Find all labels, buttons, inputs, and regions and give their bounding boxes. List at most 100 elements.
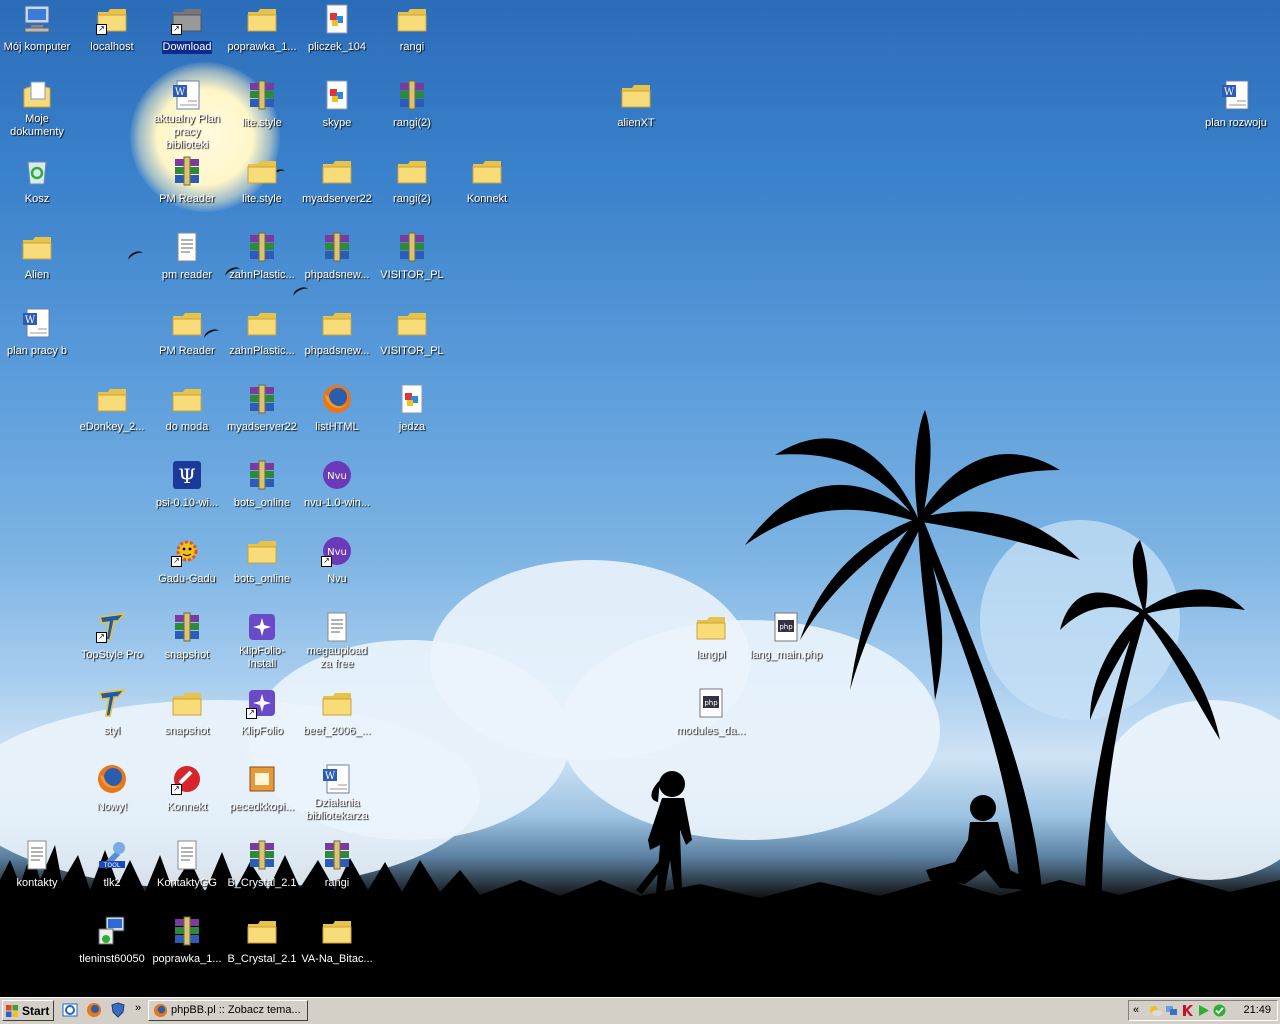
desktop-icon[interactable]: PM Reader xyxy=(150,307,224,359)
desktop-icon[interactable]: styl xyxy=(75,687,149,739)
desktop-icon[interactable]: poprawka_1... xyxy=(225,3,299,55)
desktop-icon[interactable]: B_Crystal_2.1 xyxy=(225,839,299,891)
desktop-icon-label: rangi xyxy=(324,877,350,889)
desktop-icon[interactable]: KontaktyGG xyxy=(150,839,224,891)
play-tray-icon[interactable] xyxy=(1197,1004,1210,1017)
clock[interactable]: 21:49 xyxy=(1243,1004,1271,1016)
desktop-icon-label: jedza xyxy=(398,421,426,433)
tray-expand-chevron[interactable]: « xyxy=(1133,1004,1139,1016)
shield-icon[interactable] xyxy=(110,1002,126,1018)
desktop-icon[interactable]: Kosz xyxy=(0,155,74,207)
desktop-icon[interactable]: Ψpsi-0.10-wi... xyxy=(150,459,224,511)
desktop-icon[interactable]: VISITOR_PL xyxy=(375,307,449,359)
desktop-icon[interactable]: snapshot xyxy=(150,687,224,739)
weather-tray-icon[interactable] xyxy=(1149,1004,1162,1017)
desktop-icon[interactable]: kontakty xyxy=(0,839,74,891)
desktop-icon[interactable]: phpadsnew... xyxy=(300,231,374,283)
desktop-icon[interactable]: langpl xyxy=(674,611,748,663)
desktop-icon[interactable]: beef_2006_... xyxy=(300,687,374,739)
desktop-icon[interactable]: B_Crystal_2.1 xyxy=(225,915,299,967)
desktop-icon[interactable]: alienXT xyxy=(599,79,673,131)
desktop-icon[interactable]: tleninst60050 xyxy=(75,915,149,967)
desktop-icon-label: megaupload za free xyxy=(306,645,368,670)
kaspersky-tray-icon[interactable] xyxy=(1181,1004,1194,1017)
desktop-icon[interactable]: ↗ KlipFolio xyxy=(225,687,299,739)
desktop-icon[interactable]: VISITOR_PL xyxy=(375,231,449,283)
desktop-icon[interactable]: pm reader xyxy=(150,231,224,283)
firefox-icon xyxy=(153,1003,168,1018)
desktop-icon[interactable]: ↗ Konnekt xyxy=(150,763,224,815)
text-icon xyxy=(171,231,203,263)
desktop-icon[interactable]: Wplan pracy b xyxy=(0,307,74,359)
desktop-icon[interactable]: rangi(2) xyxy=(375,155,449,207)
desktop-icon-label: zahnPlastic... xyxy=(229,269,295,281)
desktop-icon[interactable]: Konnekt xyxy=(450,155,524,207)
show-desktop-ie-icon[interactable] xyxy=(62,1002,78,1018)
desktop-icon-label: Gadu-Gadu xyxy=(158,573,216,585)
desktop-icon[interactable]: megaupload za free xyxy=(300,611,374,672)
desktop-icon[interactable]: Alien xyxy=(0,231,74,283)
desktop-icon[interactable]: Nowy! xyxy=(75,763,149,815)
desktop-icon[interactable]: ↗ localhost xyxy=(75,3,149,55)
check-status-tray-icon[interactable] xyxy=(1213,1004,1226,1017)
desktop-icon[interactable]: lite.style xyxy=(225,155,299,207)
desktop-icon[interactable]: Mój komputer xyxy=(0,3,74,55)
folder-icon xyxy=(171,307,203,339)
desktop-icon[interactable]: jedza xyxy=(375,383,449,435)
desktop-icon[interactable]: do moda xyxy=(150,383,224,435)
desktop-icon[interactable]: bots_online xyxy=(225,535,299,587)
desktop-icon[interactable]: KlipFolio-Install xyxy=(225,611,299,672)
rar-icon xyxy=(396,231,428,263)
desktop-icon-label: modules_da... xyxy=(676,725,746,737)
desktop-icon[interactable]: ↗ TopStyle Pro xyxy=(75,611,149,663)
svg-text:Nvu: Nvu xyxy=(327,471,347,482)
desktop-icon[interactable]: phpadsnew... xyxy=(300,307,374,359)
desktop-icon[interactable]: rangi xyxy=(300,839,374,891)
shortcut-arrow-icon: ↗ xyxy=(321,556,332,567)
desktop-icon[interactable]: poprawka_1... xyxy=(150,915,224,967)
desktop-icon[interactable]: skype xyxy=(300,79,374,131)
folder-icon xyxy=(396,155,428,187)
desktop-icon[interactable]: eDonkey_2... xyxy=(75,383,149,435)
desktop-icon-label: do moda xyxy=(165,421,209,433)
desktop-icon[interactable]: Moje dokumenty xyxy=(0,79,74,140)
desktop-icon[interactable]: zahnPlastic... xyxy=(225,231,299,283)
start-button[interactable]: Start xyxy=(2,1000,54,1021)
desktop-icon-label: Mój komputer xyxy=(3,41,71,53)
desktop-icon[interactable]: myadserver22 xyxy=(300,155,374,207)
desktop-icon[interactable]: Wplan rozwoju xyxy=(1199,79,1273,131)
taskbar-window-button[interactable]: phpBB.pl :: Zobacz tema... xyxy=(148,1000,308,1021)
desktop-icon[interactable]: Waktualny Plan pracy biblioteki xyxy=(150,79,224,153)
desktop-icon[interactable]: ↗ Gadu-Gadu xyxy=(150,535,224,587)
desktop-icon[interactable]: W Działania bibliotekarza xyxy=(300,763,374,824)
desktop-icon[interactable]: zahnPlastic... xyxy=(225,307,299,359)
desktop-icon[interactable]: VA-Na_Bitac... xyxy=(300,915,374,967)
desktop-icon[interactable]: php lang_main.php xyxy=(749,611,823,663)
desktop-icon[interactable]: lite.style xyxy=(225,79,299,131)
desktop-icon[interactable]: Nvu nvu-1.0-win... xyxy=(300,459,374,511)
desktop-icon[interactable]: rangi xyxy=(375,3,449,55)
svg-text:Ψ: Ψ xyxy=(178,464,196,488)
desktop-icon[interactable]: listHTML xyxy=(300,383,374,435)
desktop-icon[interactable]: Nvu ↗ Nvu xyxy=(300,535,374,587)
rar-icon xyxy=(171,155,203,187)
desktop-icon[interactable]: bots_online xyxy=(225,459,299,511)
desktop-icon[interactable]: pliczek_104 xyxy=(300,3,374,55)
rar-icon xyxy=(246,231,278,263)
quick-launch-chevron[interactable]: » xyxy=(135,1002,141,1014)
desktop-icon[interactable]: php modules_da... xyxy=(674,687,748,739)
desktop-icon-label: KontaktyGG xyxy=(157,877,217,889)
desktop-icon[interactable]: myadserver22 xyxy=(225,383,299,435)
firefox-icon[interactable] xyxy=(86,1002,102,1018)
desktop-icon[interactable]: rangi(2) xyxy=(375,79,449,131)
folder-icon xyxy=(171,383,203,415)
desktop-icon[interactable]: PM Reader xyxy=(150,155,224,207)
desktop-icon[interactable]: ↗ Download xyxy=(150,3,224,55)
desktop-icon[interactable]: TOOL tlk2 xyxy=(75,839,149,891)
desktop-icon[interactable]: pecedkkopi... xyxy=(225,763,299,815)
network-tray-icon[interactable] xyxy=(1165,1004,1178,1017)
desktop-icon[interactable]: snapshot xyxy=(150,611,224,663)
folder-icon: ↗ xyxy=(96,3,128,35)
desktop-icon-label: Kosz xyxy=(24,193,50,205)
desktop-background: Mój komputer ↗ localhost ↗ Download poprawka_… xyxy=(0,0,1280,997)
